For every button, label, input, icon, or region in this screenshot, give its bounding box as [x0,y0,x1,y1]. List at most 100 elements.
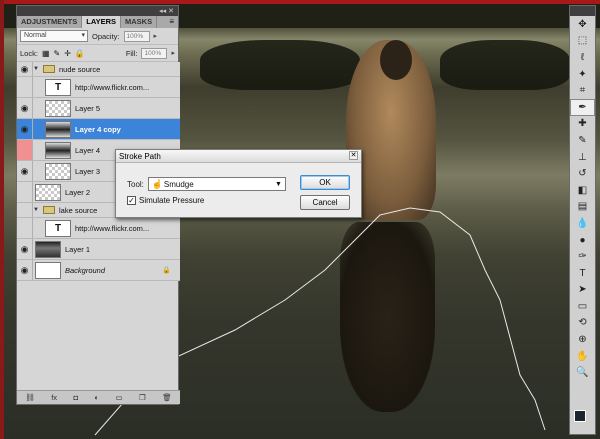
layer-style-icon[interactable]: fx [51,393,57,402]
layer-name: http://www.flickr.com... [75,82,150,92]
brush-icon[interactable]: ✎ [570,132,595,149]
visibility-eye-icon[interactable]: ◉ [17,119,33,139]
blur-icon[interactable]: 💧 [570,215,595,232]
opacity-arrow-icon[interactable]: ▸ [154,32,158,40]
panel-menu-icon[interactable]: ≡ [165,16,178,28]
layer-row[interactable]: ◉ T http://www.flickr.com... [17,77,180,98]
visibility-eye-icon[interactable]: ◉ [17,161,33,181]
panel-topbar[interactable]: ◂◂ ✕ [17,6,178,16]
history-brush-icon[interactable]: ↺ [570,165,595,182]
layer-row[interactable]: ◉ Layer 1 [17,239,180,260]
lock-all-icon[interactable]: 🔒 [75,49,85,58]
window-edge [0,0,600,4]
layer-thumb [35,183,61,201]
3d-orbit-icon[interactable]: ⊕ [570,331,595,348]
layer-thumb [45,120,71,138]
visibility-eye-icon[interactable]: ◉ [17,260,33,280]
type-icon[interactable]: T [570,265,595,282]
collapse-icon[interactable]: ◂◂ ✕ [159,7,174,15]
healing-icon[interactable]: ✚ [570,116,595,133]
tools-topbar[interactable] [570,6,595,16]
visibility-eye-icon[interactable]: ◉ [17,218,33,238]
visibility-eye-icon[interactable]: ◉ [17,239,33,259]
pen-icon[interactable]: ✑ [570,248,595,265]
visibility-eye-icon[interactable]: ◉ [17,203,33,217]
cancel-button[interactable]: Cancel [300,195,350,210]
layer-row[interactable]: ◉ ▼ nude source [17,62,180,77]
simulate-pressure-row: ✓ Simulate Pressure [127,196,204,205]
blend-mode-select[interactable]: Normal [20,30,88,42]
dialog-title-bar[interactable]: Stroke Path ✕ [116,150,361,163]
simulate-pressure-checkbox[interactable]: ✓ [127,196,136,205]
lock-transparency-icon[interactable]: ▦ [42,49,50,58]
path-select-icon[interactable]: ➤ [570,282,595,299]
opacity-field[interactable]: 100% [123,30,150,42]
layer-name: Layer 4 copy [75,124,121,134]
eraser-icon[interactable]: ◧ [570,182,595,199]
folder-icon [43,206,55,214]
3d-rotate-icon[interactable]: ⟲ [570,315,595,332]
lock-row: Lock: ▦ ✎ ✛ 🔒 Fill: 100% ▸ [17,45,178,62]
ok-button[interactable]: OK [300,175,350,190]
shape-icon[interactable]: ▭ [570,298,595,315]
quick-select-icon[interactable]: ✦ [570,66,595,83]
layer-thumb [45,141,71,159]
hand-icon[interactable]: ✋ [570,348,595,365]
foreground-color-swatch[interactable] [574,410,586,422]
visibility-eye-icon[interactable]: ◉ [17,62,33,76]
blend-row: Normal Opacity: 100% ▸ [17,28,178,45]
new-group-icon[interactable]: ▭ [115,393,122,402]
tab-adjustments[interactable]: ADJUSTMENTS [17,16,83,28]
new-layer-icon[interactable]: ❐ [139,393,146,402]
layer-thumb [35,261,61,279]
fill-label: Fill: [125,48,138,58]
lock-position-icon[interactable]: ✛ [64,49,71,58]
zoom-icon[interactable]: 🔍 [570,364,595,381]
group-expand-icon[interactable]: ▼ [33,66,43,72]
layer-row[interactable]: ◉ T http://www.flickr.com... [17,218,180,239]
tool-select[interactable]: ☝ Smudge ▼ [147,177,286,191]
layer-name: Layer 1 [65,244,91,254]
fill-arrow-icon[interactable]: ▸ [171,49,175,57]
eyedropper-icon[interactable]: ✒ [570,98,595,116]
move-icon[interactable]: ✥ [570,16,595,33]
adjustment-layer-icon[interactable]: ◐ [94,393,99,402]
add-mask-icon[interactable]: ◘ [74,393,79,402]
link-layers-icon[interactable]: ⛓ [25,393,35,402]
layer-thumb [35,240,61,258]
dodge-icon[interactable]: ● [570,232,595,249]
lasso-icon[interactable]: ℓ [570,49,595,66]
visibility-eye-icon[interactable] [17,140,33,160]
layer-row[interactable]: ◉ Layer 4 copy [17,119,180,140]
layer-row[interactable]: ◉ Layer 5 [17,98,180,119]
group-expand-icon[interactable]: ▼ [33,207,43,213]
layer-name: nude source [59,64,101,74]
layer-thumb [45,99,71,117]
visibility-eye-icon[interactable]: ◉ [17,182,33,202]
visibility-eye-icon[interactable]: ◉ [17,98,33,118]
opacity-label: Opacity: [92,31,120,41]
layer-thumb [45,162,71,180]
text-layer-thumb: T [45,78,71,96]
visibility-eye-icon[interactable]: ◉ [17,77,33,97]
delete-layer-icon[interactable]: 🗑 [162,393,172,402]
simulate-pressure-label[interactable]: Simulate Pressure [139,196,204,205]
text-layer-thumb: T [45,219,71,237]
tool-label: Tool: [127,179,144,189]
panel-tabs: ADJUSTMENTS LAYERS MASKS ≡ [17,16,178,28]
close-icon[interactable]: ✕ [349,151,358,160]
layer-name: http://www.flickr.com... [75,223,150,233]
lock-image-icon[interactable]: ✎ [54,49,61,58]
crop-icon[interactable]: ⌗ [570,82,595,99]
layer-name: Background [65,265,106,275]
tab-masks[interactable]: MASKS [121,16,158,28]
fill-field[interactable]: 100% [141,47,168,59]
marquee-icon[interactable]: ⬚ [570,33,595,50]
dialog-title: Stroke Path [119,152,161,161]
layer-row[interactable]: ◉ Background 🔒 [17,260,180,281]
lock-label: Lock: [20,48,38,58]
tab-layers[interactable]: LAYERS [82,16,121,28]
stamp-icon[interactable]: ⊥ [570,149,595,166]
gradient-icon[interactable]: ▤ [570,199,595,216]
tool-select-value: Smudge [163,179,194,189]
